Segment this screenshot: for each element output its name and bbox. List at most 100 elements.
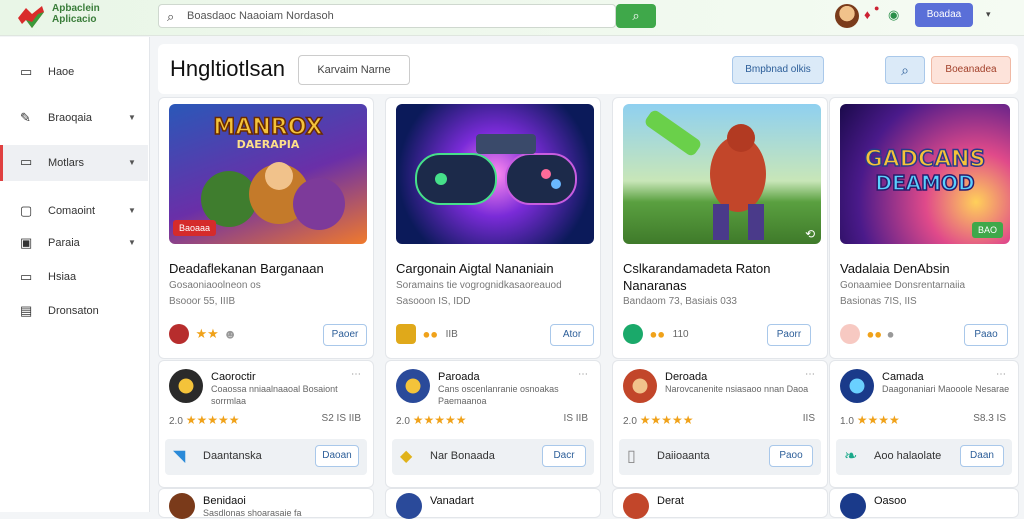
app-avatar bbox=[623, 369, 657, 403]
pin-icon[interactable]: ♦ bbox=[864, 7, 871, 22]
tablet-icon: ▯ bbox=[627, 448, 636, 465]
brand-line-1: Apbaclein bbox=[52, 3, 100, 14]
chevron-down-icon: ▼ bbox=[128, 113, 136, 122]
game-card[interactable]: MANROX DAERAPIA Baoaaa Deadaflekanan Bar… bbox=[158, 97, 374, 359]
footer-button[interactable]: Paoo bbox=[769, 445, 813, 467]
calendar-icon: ▢ bbox=[20, 203, 33, 218]
publisher-icon bbox=[623, 324, 643, 344]
rating-count: 110 bbox=[672, 328, 689, 340]
chat-icon[interactable]: ◉ bbox=[888, 7, 899, 23]
game-badge: BAO bbox=[972, 222, 1004, 238]
search-input[interactable]: ⌕ Boasdaoc Naaoiam Nordasoh bbox=[158, 4, 616, 28]
sidebar-item-dronsaton[interactable]: ▤ Dronsaton bbox=[0, 296, 148, 328]
game-card[interactable]: Cargonain Aigtal Nananiain Soramains tie… bbox=[385, 97, 601, 359]
game-thumbnail[interactable]: MANROX DAERAPIA Baoaaa bbox=[169, 104, 367, 244]
card-subtitle: Soramains tie vogrognidkasaoreauod bbox=[396, 280, 562, 291]
sidebar-item-tools[interactable]: ✎ Braoqaia ▼ bbox=[0, 103, 148, 135]
game-thumbnail[interactable] bbox=[396, 104, 594, 244]
app-list-card-partial[interactable]: Benidaoi Sasdlonas shoarasaie fa bbox=[158, 488, 374, 519]
card-meta: Bandaom 73, Basiais 033 bbox=[623, 296, 737, 307]
game-thumbnail[interactable]: GADCANS DEAMOD BAO bbox=[840, 104, 1010, 244]
card-play-button[interactable]: Paao bbox=[964, 324, 1008, 346]
publisher-icon bbox=[396, 324, 416, 344]
brand-line-2: Aplicacio bbox=[52, 14, 97, 25]
footer-button[interactable]: Daan bbox=[960, 445, 1004, 467]
header-primary-button[interactable]: Boeanadea bbox=[931, 56, 1011, 84]
more-options-icon[interactable]: ⋯ bbox=[578, 369, 588, 380]
search-button[interactable]: ⌕ bbox=[616, 4, 656, 28]
sidebar-item-comaoint[interactable]: ▢ Comaoint ▼ bbox=[0, 196, 148, 228]
page-title: Hngltiotlsan bbox=[170, 56, 285, 81]
app-rating: 1.0 ★★★★ bbox=[840, 413, 900, 427]
app-list-card[interactable]: Camada Daagonaniari Maooole Nesarae ⋯ 1.… bbox=[829, 360, 1019, 488]
app-stats: IIS bbox=[802, 413, 815, 424]
smiley-icon: ● bbox=[886, 326, 895, 342]
cube-icon: ◆ bbox=[400, 448, 413, 465]
card-play-button[interactable]: Paoer bbox=[323, 324, 367, 346]
sidebar-item-label: Dronsaton bbox=[48, 305, 99, 317]
search-icon: ⌕ bbox=[632, 8, 640, 23]
chevron-down-icon: ▼ bbox=[128, 158, 136, 167]
list-icon: ▤ bbox=[20, 303, 33, 318]
card-play-button[interactable]: Paorr bbox=[767, 324, 811, 346]
card-title: Cslkarandamadeta Raton Nanaranas bbox=[623, 261, 771, 293]
sidebar-item-motlars[interactable]: ▭ Motlars ▼ bbox=[0, 145, 148, 181]
bird-icon: ◥ bbox=[173, 448, 186, 465]
star-icon: ●● bbox=[866, 326, 883, 342]
card-subtitle: Gonaamiee Donsrentarnaiia bbox=[840, 280, 966, 291]
chevron-down-icon[interactable]: ▾ bbox=[986, 9, 991, 20]
sidebar-item-label: Braoqaia bbox=[48, 112, 93, 124]
footer-button[interactable]: Daoan bbox=[315, 445, 359, 467]
app-footer: ❧ Aoo halaolate Daan bbox=[836, 439, 1012, 475]
footer-label: Daiioaanta bbox=[657, 450, 710, 462]
game-card[interactable]: ⟲ Cslkarandamadeta Raton Nanaranas Banda… bbox=[612, 97, 828, 359]
app-avatar bbox=[169, 493, 195, 519]
more-options-icon[interactable]: ⋯ bbox=[351, 369, 361, 380]
star-icon: ★★★★★ bbox=[639, 413, 694, 427]
app-list-card[interactable]: Paroada Cans oscenlanranie osnoakas Paem… bbox=[385, 360, 601, 488]
header-search-button[interactable]: ⌕ bbox=[885, 56, 925, 84]
search-placeholder: Boasdaoc Naaoiam Nordasoh bbox=[187, 10, 334, 22]
sidebar-item-home[interactable]: ▭ Haoe bbox=[0, 57, 148, 89]
app-footer: ◥ Daantanska Daoan bbox=[165, 439, 367, 475]
more-options-icon[interactable]: ⋯ bbox=[996, 369, 1006, 380]
game-logo-text: MANROX bbox=[213, 115, 322, 140]
app-title: Caoroctir bbox=[211, 371, 256, 383]
footer-button[interactable]: Dacr bbox=[542, 445, 586, 467]
rating-row: ●● 110 bbox=[623, 324, 733, 344]
game-logo-text: GADCANS bbox=[865, 147, 986, 172]
signin-button[interactable]: Boadaa bbox=[915, 3, 973, 27]
rating-value: 2.0 bbox=[169, 416, 183, 427]
rating-value: 1.0 bbox=[840, 416, 854, 427]
card-title: Cargonain Aigtal Nananiain bbox=[396, 261, 554, 276]
app-stats: S8.3 IS bbox=[973, 413, 1006, 424]
more-options-icon[interactable]: ⋯ bbox=[805, 369, 815, 380]
search-icon: ⌕ bbox=[167, 9, 175, 24]
game-thumbnail[interactable]: ⟲ bbox=[623, 104, 821, 244]
game-card[interactable]: GADCANS DEAMOD BAO Vadalaia DenAbsin Gon… bbox=[829, 97, 1019, 359]
user-avatar[interactable] bbox=[835, 4, 859, 28]
rating-count: IIB bbox=[445, 328, 458, 340]
brand-name: Apbaclein Aplicacio bbox=[52, 3, 100, 25]
app-list-card[interactable]: Caoroctir Coaossa nniaalnaaoal Bosaiont … bbox=[158, 360, 374, 488]
category-select[interactable]: Karvaim Narne bbox=[298, 55, 410, 85]
publisher-icon bbox=[840, 324, 860, 344]
rating-value: 2.0 bbox=[623, 416, 637, 427]
sidebar-item-paraia[interactable]: ▣ Paraia ▼ bbox=[0, 228, 148, 260]
app-description: Coaossa nniaalnaaoal Bosaiont sorrmlaa bbox=[211, 384, 338, 406]
card-play-button[interactable]: Ator bbox=[550, 324, 594, 346]
app-list-card-partial[interactable]: Derat bbox=[612, 488, 828, 519]
sidebar: ▭ Haoe ✎ Braoqaia ▼ ▭ Motlars ▼ ▢ Comaoi… bbox=[0, 37, 150, 512]
star-icon: ●● bbox=[649, 326, 666, 342]
app-title: Paroada bbox=[438, 371, 480, 383]
app-list-card-partial[interactable]: Vanadart bbox=[385, 488, 601, 519]
card-meta: Basionas 7IS, IIS bbox=[840, 296, 917, 307]
app-logo-icon[interactable] bbox=[16, 4, 46, 30]
app-avatar bbox=[396, 369, 430, 403]
app-list-card[interactable]: Deroada Narovcanenite nsiasaoo nnan Daoa… bbox=[612, 360, 828, 488]
app-list-card-partial[interactable]: Oasoo bbox=[829, 488, 1019, 519]
header-action-button[interactable]: Bmpbnad olkis bbox=[732, 56, 824, 84]
sidebar-item-hsiaa[interactable]: ▭ Hsiaa bbox=[0, 262, 148, 294]
app-avatar bbox=[840, 493, 866, 519]
sidebar-item-label: Paraia bbox=[48, 237, 80, 249]
